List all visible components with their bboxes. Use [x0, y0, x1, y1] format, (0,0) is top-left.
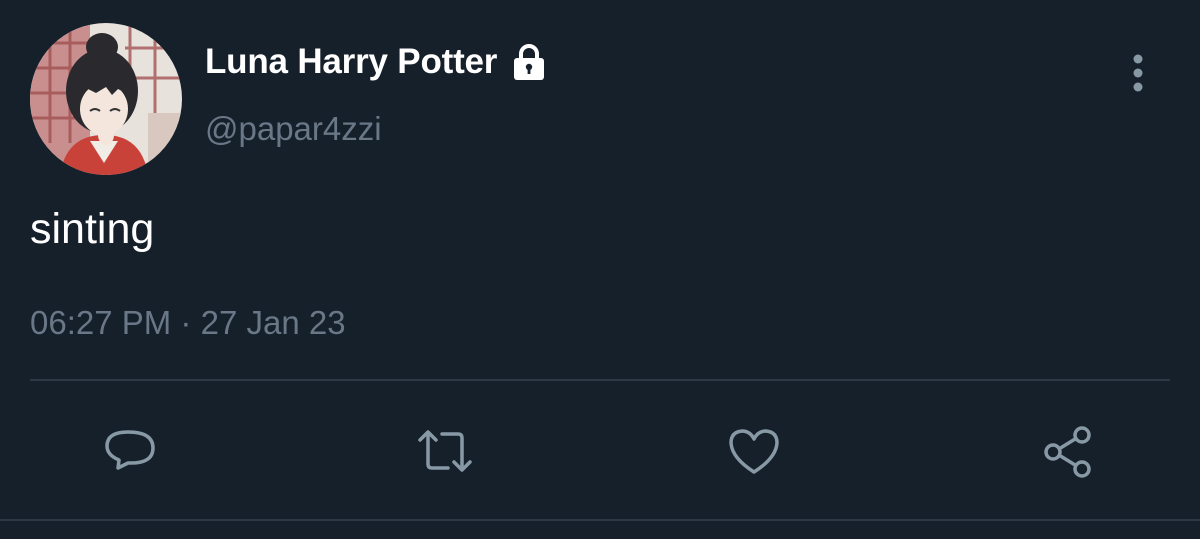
tweet-time: 06:27 PM: [30, 304, 172, 341]
timestamp-separator: ·: [180, 304, 192, 341]
avatar-image: [30, 23, 182, 175]
reply-icon: [105, 430, 155, 470]
reply-button[interactable]: [102, 424, 158, 480]
divider-bottom: [0, 519, 1200, 521]
retweet-icon: [418, 430, 472, 472]
more-vertical-icon[interactable]: [1122, 50, 1154, 96]
display-name[interactable]: Luna Harry Potter: [205, 42, 497, 82]
divider: [30, 379, 1170, 381]
tweet-text: sinting: [30, 205, 155, 253]
share-button[interactable]: [1040, 424, 1096, 480]
tweet-date: 27 Jan 23: [200, 304, 346, 341]
retweet-button[interactable]: [414, 424, 476, 480]
avatar[interactable]: [30, 23, 182, 175]
tweet-card: Luna Harry Potter @papar4zzi sinting 06:…: [0, 0, 1200, 539]
heart-icon: [729, 429, 779, 474]
user-handle[interactable]: @papar4zzi: [205, 110, 382, 148]
display-name-row: Luna Harry Potter: [205, 42, 549, 82]
lock-icon: [509, 42, 549, 82]
like-button[interactable]: [726, 424, 782, 480]
share-icon: [1044, 426, 1091, 478]
timestamp: 06:27 PM · 27 Jan 23: [30, 304, 346, 342]
